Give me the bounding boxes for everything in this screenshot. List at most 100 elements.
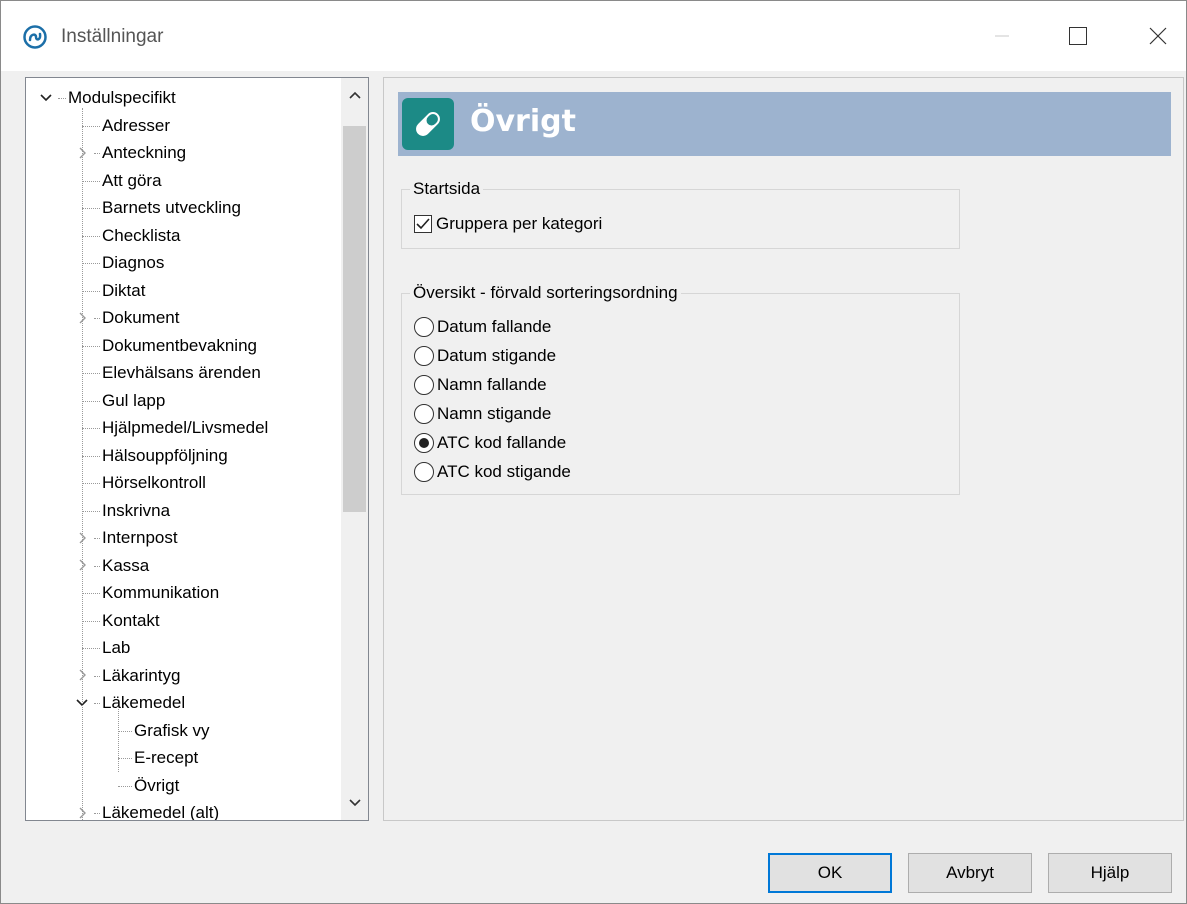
app-logo-icon [23,25,47,49]
tree-connector [82,455,100,457]
tree-item-label: Grafisk vy [134,720,210,740]
minimize-button[interactable] [979,15,1025,57]
tree-scrollbar[interactable] [341,78,368,820]
radio-button[interactable] [414,462,434,482]
tree-item[interactable]: Kassa [26,552,342,579]
sort-option-radio[interactable]: Namn fallande [414,372,547,398]
ok-button[interactable]: OK [768,853,892,893]
sort-option-radio[interactable]: Datum stigande [414,343,556,369]
tree-item[interactable]: Läkemedel (alt) [26,799,342,820]
settings-tree[interactable]: Modulspecifikt Adresser Anteckning Att göra… [25,77,369,821]
sort-option-label: Datum fallande [437,317,552,336]
tree-connector [82,290,100,292]
tree-item-label: Hörselkontroll [102,473,206,492]
radio-button[interactable] [414,317,434,337]
tree-connector [94,703,100,704]
cancel-button[interactable]: Avbryt [908,853,1032,893]
tree-item[interactable]: Hjälpmedel/Livsmedel [26,414,342,441]
sort-option-label: Namn fallande [437,375,547,394]
sort-option-label: Namn stigande [437,404,552,423]
tree-item[interactable]: Hörselkontroll [26,469,342,496]
radio-button[interactable] [414,433,434,453]
tree-list: Modulspecifikt Adresser Anteckning Att göra… [26,78,342,820]
tree-item[interactable]: Adresser [26,112,342,139]
sort-option-radio[interactable]: Datum fallande [414,314,551,340]
tree-connector [94,318,100,319]
sort-option-radio[interactable]: Namn stigande [414,401,551,427]
tree-item-label: Hälsouppföljning [102,445,228,465]
tree-item[interactable]: Gul lapp [26,387,342,414]
group-by-category-label: Gruppera per kategori [436,214,603,233]
tree-connector [82,125,100,127]
tree-connector [118,730,132,732]
tree-item[interactable]: Elevhälsans ärenden [26,359,342,386]
close-button[interactable] [1135,15,1181,57]
tree-item[interactable]: Lab [26,634,342,661]
tree-item[interactable]: Kommunikation [26,579,342,606]
window-title: Inställningar [61,26,164,47]
chevron-up-icon [348,91,361,99]
tree-item[interactable]: Barnets utveckling [26,194,342,221]
chevron-down-icon[interactable] [38,84,54,111]
tree-item[interactable]: Checklista [26,222,342,249]
title-bar: Inställningar [1,1,1186,71]
radio-button[interactable] [414,404,434,424]
scroll-down-button[interactable] [341,786,368,820]
radio-button[interactable] [414,375,434,395]
tree-connector [82,263,100,264]
checkbox-box[interactable] [414,215,432,233]
tree-item[interactable]: Läkarintyg [26,662,342,689]
tree-guide-line [82,108,83,820]
tree-item-label: Modulspecifikt [68,88,176,107]
radio-button[interactable] [414,346,434,366]
section-title: Övrigt [470,104,576,139]
tree-item[interactable]: Diagnos [26,249,342,276]
tree-item[interactable]: Dokumentbevakning [26,332,342,359]
sort-option-radio[interactable]: ATC kod stigande [414,459,571,485]
maximize-icon [1069,27,1087,45]
tree-connector [82,428,100,429]
tree-item[interactable]: Övrigt [26,772,342,799]
chevron-down-icon [348,799,361,807]
settings-content: Övrigt Startsida Gruppera per kategori Ö… [383,77,1184,821]
tree-item-label: Hjälpmedel/Livsmedel [102,418,269,437]
tree-item-label: Anteckning [102,143,187,162]
checkmark-icon [416,218,430,230]
tree-item[interactable]: Modulspecifikt [26,84,342,111]
tree-item-label: Dokumentbevakning [102,335,257,355]
tree-connector [94,153,100,154]
tree-connector [94,538,100,539]
tree-item[interactable]: Dokument [26,304,342,331]
tree-connector [82,373,100,374]
sort-option-radio[interactable]: ATC kod fallande [414,430,566,456]
tree-item[interactable]: Internpost [26,524,342,551]
tree-item[interactable]: Diktat [26,277,342,304]
tree-connector [82,483,100,484]
tree-item[interactable]: Anteckning [26,139,342,166]
tree-item-label: Läkemedel [102,693,186,712]
tree-item-label: Checklista [102,225,181,245]
tree-item-label: Dokument [102,308,180,327]
tree-item[interactable]: Grafisk vy [26,717,342,744]
section-header: Övrigt [398,92,1171,156]
maximize-button[interactable] [1055,15,1101,57]
tree-item[interactable]: Läkemedel [26,689,342,716]
tree-item-label: Internpost [102,528,178,547]
tree-connector [82,208,100,209]
tree-item[interactable]: E-recept [26,744,342,771]
minimize-icon [995,35,1009,37]
tree-connector [82,620,100,622]
tree-item-label: E-recept [134,748,199,767]
tree-item[interactable]: Kontakt [26,607,342,634]
scroll-up-button[interactable] [341,78,368,112]
tree-connector [82,648,100,649]
close-icon [1149,27,1167,45]
scroll-thumb[interactable] [343,126,366,512]
group-by-category-checkbox[interactable]: Gruppera per kategori [414,211,602,237]
tree-item-label: Kassa [102,555,150,575]
tree-item[interactable]: Hälsouppföljning [26,442,342,469]
tree-item[interactable]: Att göra [26,167,342,194]
help-button[interactable]: Hjälp [1048,853,1172,893]
tree-item[interactable]: Inskrivna [26,497,342,524]
tree-item-label: Att göra [102,170,162,190]
